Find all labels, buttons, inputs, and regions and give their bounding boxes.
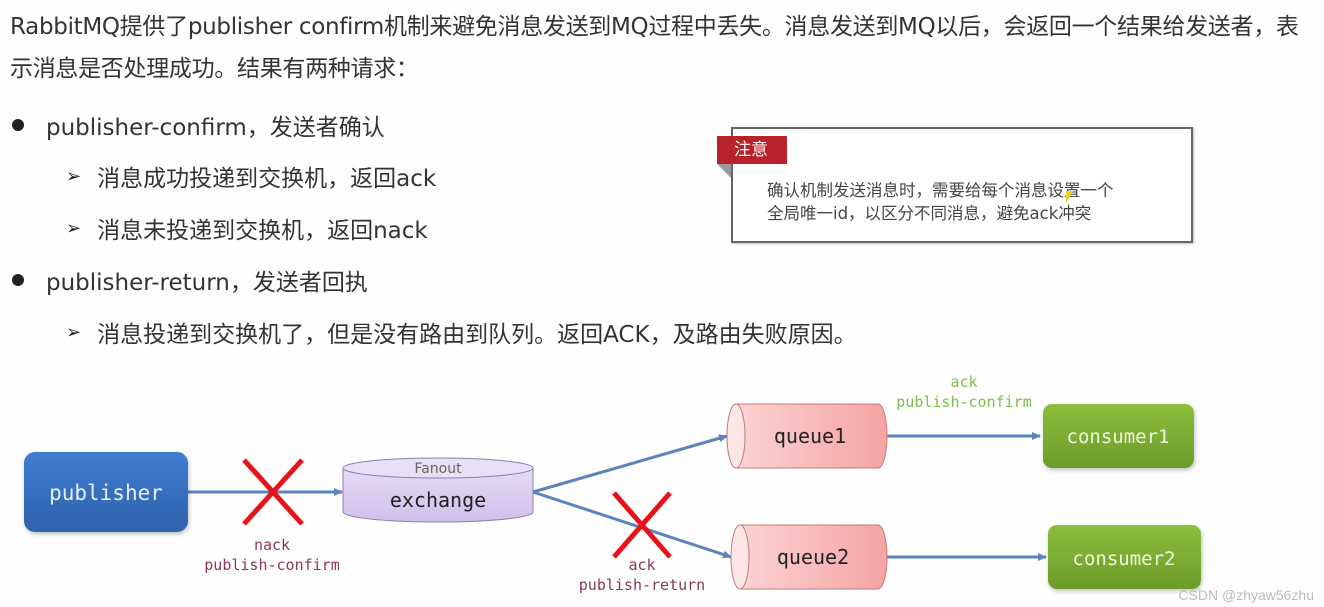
cross-icon — [612, 491, 672, 559]
sub-item: ➢ 消息未投递到交换机，返回nack — [66, 211, 428, 245]
consumer1-label: consumer1 — [1067, 426, 1170, 448]
bullet-publisher-return: publisher-return，发送者回执 — [12, 263, 368, 297]
note-tag: 注意 — [717, 136, 787, 164]
arrow-exchange-to-queue2 — [532, 490, 732, 559]
publisher-node: publisher — [24, 452, 188, 532]
queue1-label: queue1 — [774, 424, 846, 448]
sub-item-text: 消息未投递到交换机，返回nack — [97, 218, 428, 244]
nack-label: nack — [254, 536, 290, 554]
note-tag-fold — [717, 164, 731, 178]
flow-diagram: publisher Fanout exchange queue1 queue2 … — [24, 373, 1201, 594]
queue1-node: queue1 — [726, 403, 888, 469]
exchange-type-label: Fanout — [414, 461, 462, 477]
arrow-bullet-icon: ➢ — [66, 165, 82, 187]
bullet-publisher-confirm: publisher-confirm，发送者确认 — [12, 108, 385, 142]
note-line: 确认机制发送消息时，需要给每个消息设置一个 — [767, 181, 1114, 200]
note-text: 确认机制发送消息时，需要给每个消息设置一个 全局唯一id，以区分不同消息，避免a… — [767, 179, 1177, 225]
queue2-node: queue2 — [730, 524, 888, 590]
consumer2-node: consumer2 — [1048, 525, 1201, 589]
bullet-label: publisher-confirm，发送者确认 — [46, 115, 385, 141]
note-line: 全局唯一id，以区分不同消息，避免ack冲突 — [767, 204, 1092, 223]
sub-item: ➢ 消息投递到交换机了，但是没有路由到队列。返回ACK，及路由失败原因。 — [66, 315, 857, 349]
exchange-node: Fanout exchange — [342, 457, 534, 523]
sub-item: ➢ 消息成功投递到交换机，返回ack — [66, 159, 436, 193]
bullet-label: publisher-return，发送者回执 — [46, 270, 368, 296]
mouse-cursor-icon — [1066, 191, 1073, 203]
ack-confirm-label: ack — [950, 373, 977, 391]
exchange-label: exchange — [390, 488, 486, 512]
intro-paragraph: RabbitMQ提供了publisher confirm机制来避免消息发送到MQ… — [10, 14, 1299, 82]
bullet-dot-icon — [12, 274, 24, 286]
watermark: CSDN @zhyaw56zhu — [1178, 587, 1314, 603]
ack-return-label: ack — [628, 556, 655, 574]
bullet-dot-icon — [12, 119, 24, 131]
ack-confirm-sub-label: publish-confirm — [896, 393, 1031, 411]
arrow-exchange-to-queue1 — [532, 434, 728, 494]
consumer1-node: consumer1 — [1043, 404, 1194, 468]
arrow-bullet-icon: ➢ — [66, 217, 82, 239]
publisher-label: publisher — [49, 481, 163, 505]
arrow-bullet-icon: ➢ — [66, 321, 82, 343]
consumer2-label: consumer2 — [1073, 548, 1176, 570]
queue2-label: queue2 — [777, 545, 849, 569]
ack-return-sub-label: publish-return — [579, 576, 705, 594]
nack-sub-label: publish-confirm — [204, 556, 339, 574]
sub-item-text: 消息投递到交换机了，但是没有路由到队列。返回ACK，及路由失败原因。 — [97, 322, 857, 348]
sub-item-text: 消息成功投递到交换机，返回ack — [97, 166, 437, 192]
